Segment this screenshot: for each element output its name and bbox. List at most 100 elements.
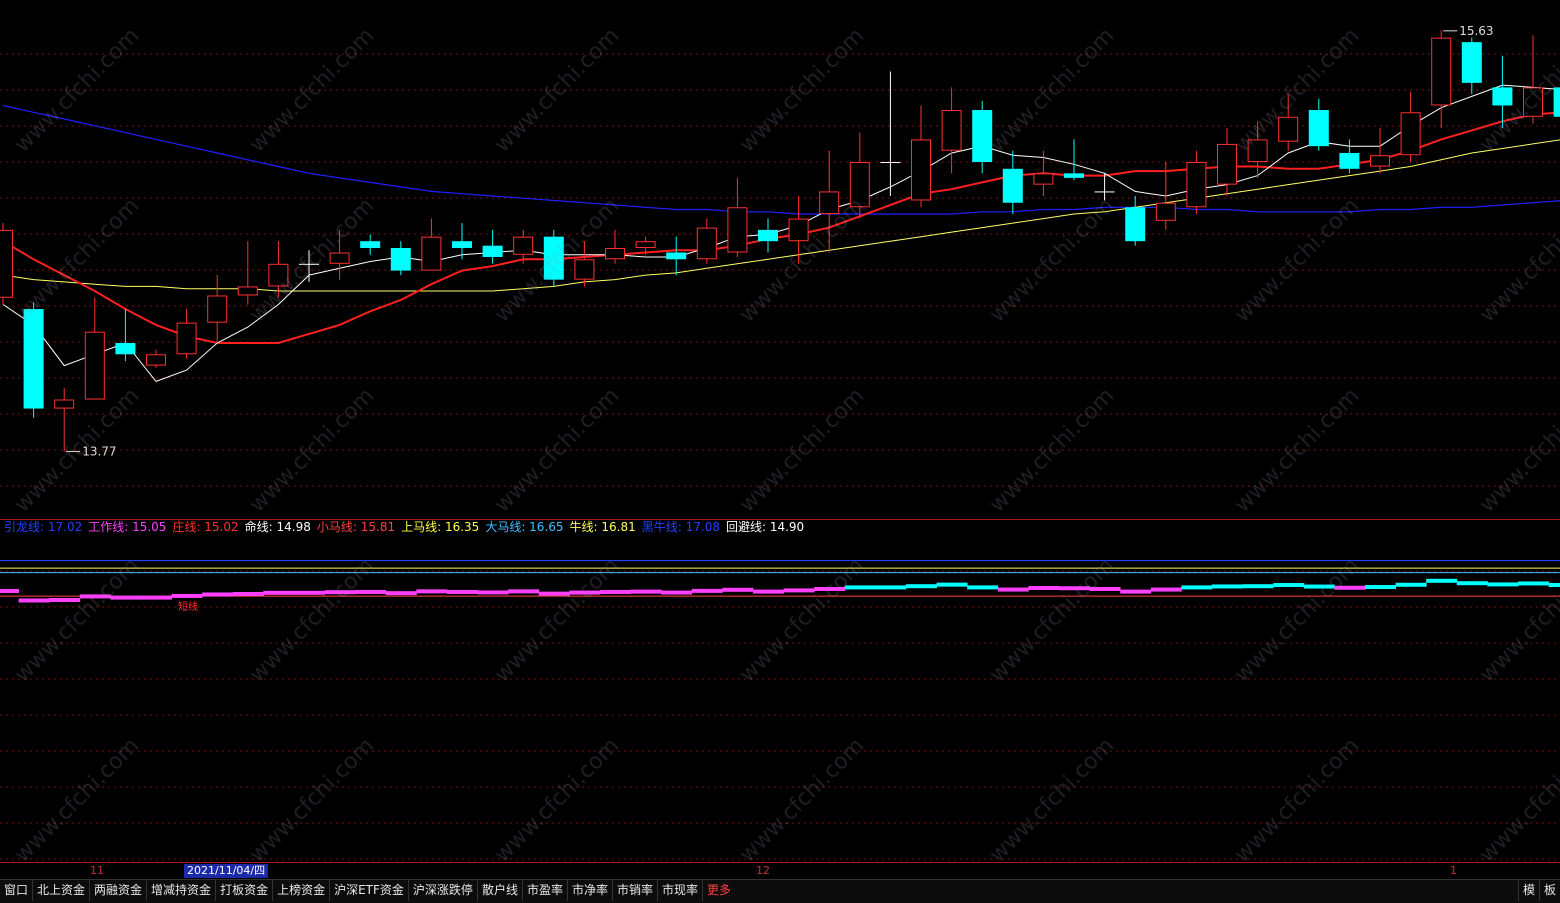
indicator-work-bar [630, 589, 662, 594]
indicator-legend-item: 引龙线: 17.02 [4, 520, 83, 534]
indicator-work-bar [1548, 583, 1560, 587]
bottom-tab[interactable]: 市销率 [613, 880, 658, 901]
indicator-work-bar [1212, 584, 1243, 589]
candle-body [329, 252, 350, 264]
indicator-legend-item: 黑牛线: 17.08 [641, 520, 720, 534]
indicator-legend-item: 工作线: 15.05 [88, 520, 167, 534]
candle-body [115, 342, 136, 355]
indicator-work-bar [141, 595, 172, 600]
indicator-work-bar [844, 585, 876, 590]
indicator-work-bar [875, 585, 907, 590]
indicator-work-bar [936, 582, 968, 587]
candle-body [482, 245, 503, 258]
candle-body [421, 236, 442, 271]
bottom-tab[interactable]: 北上资金 [33, 880, 91, 901]
bottom-tab[interactable]: 散户线 [478, 880, 523, 901]
indicator-work-bar [447, 589, 478, 594]
candle-body [0, 229, 13, 298]
ma10-line [2, 111, 1560, 344]
bottom-tab-bar: 窗口 北上资金 两融资金 增减持资金 打板资金 上榜资金 沪深ETF资金 沪深涨跌停 散户线 市盈… [0, 879, 1560, 903]
candle-body [390, 247, 411, 271]
indicator-work-bar [0, 589, 19, 593]
indicator-work-bar [385, 591, 417, 596]
indicator-work-bar [1242, 584, 1274, 589]
candle-body [54, 399, 75, 409]
bottom-tab[interactable]: 上榜资金 [273, 880, 331, 901]
indicator-work-bar [569, 590, 601, 595]
candle-body [727, 207, 748, 253]
candle-body [941, 110, 962, 151]
bottom-tab[interactable]: 两融资金 [90, 880, 148, 901]
x-label-dec: 12 [756, 864, 770, 877]
bottom-tab[interactable]: 窗口 [0, 880, 34, 901]
high-marker: 15.63 [1459, 24, 1493, 38]
candle-body [268, 263, 289, 287]
candle-body [1523, 87, 1543, 117]
indicator-work-bar [600, 589, 631, 594]
short-line-label: 短线 [178, 600, 198, 613]
indicator-work-bar [997, 587, 1029, 592]
bottom-tab-more[interactable]: 更多 [703, 880, 735, 901]
bottom-tab[interactable]: 市现率 [658, 880, 704, 901]
indicator-work-bar [1089, 586, 1121, 591]
indicator-work-bar [1518, 581, 1549, 586]
bottom-tab[interactable]: 沪深ETF资金 [330, 880, 409, 901]
candle-body [758, 229, 778, 242]
bottom-right-tab[interactable]: 板 [1538, 880, 1560, 901]
candle-body [1033, 173, 1054, 185]
indicator-legend-item: 大马线: 16.65 [485, 520, 564, 534]
bottom-right-tab[interactable]: 模 [1517, 880, 1539, 901]
indicator-work-bar [814, 586, 846, 591]
candle-body [299, 263, 319, 265]
candle-body [1431, 37, 1452, 106]
candle-body [513, 236, 534, 255]
candle-body [1186, 162, 1207, 208]
candle-body [1278, 116, 1299, 142]
indicator-work-bar [294, 590, 325, 595]
low-marker: 13.77 [82, 445, 116, 459]
indicator-work-bar [1028, 586, 1060, 590]
indicator-work-bar [18, 598, 50, 603]
bottom-tab[interactable]: 沪深涨跌停 [409, 880, 478, 901]
candle-body [237, 286, 258, 296]
candle-body [1125, 207, 1146, 242]
indicator-legend-item: 上马线: 16.35 [401, 520, 480, 534]
indicator-work-bar [783, 588, 815, 593]
candle-body [1155, 202, 1176, 221]
candle-body [1064, 173, 1084, 178]
candle-body [176, 322, 197, 355]
candle-body [1308, 110, 1329, 147]
candle-body [1400, 112, 1421, 156]
indicator-work-bar [355, 589, 387, 594]
bottom-tab[interactable]: 打板资金 [216, 880, 274, 901]
indicator-work-bar [508, 589, 540, 594]
candle-body [880, 162, 901, 164]
cursor-date-label: 2021/11/04/四 [184, 864, 269, 878]
candle-body [605, 247, 625, 260]
indicator-work-bar [753, 589, 784, 594]
bottom-tab[interactable]: 增减持资金 [147, 880, 217, 901]
indicator-work-bar [1059, 586, 1090, 591]
indicator-work-bar [202, 592, 234, 597]
indicator-work-bar [263, 590, 295, 595]
indicator-work-bar [1334, 585, 1366, 590]
candle-body [1461, 42, 1482, 83]
bottom-tab[interactable]: 市盈率 [523, 880, 568, 901]
candlestick-chart[interactable]: 15.63 13.77 短线 [0, 0, 1560, 879]
candle-body [1492, 87, 1513, 106]
bottom-tab[interactable]: 市净率 [568, 880, 613, 901]
indicator-legend-item: 庄线: 15.02 [172, 520, 239, 534]
indicator-work-bar [324, 590, 356, 595]
candle-body [23, 309, 44, 409]
indicator-legend-item: 牛线: 16.81 [569, 520, 636, 534]
candle-body [84, 331, 105, 400]
indicator-work-bar [1150, 587, 1182, 592]
indicator-work-bar [1273, 583, 1305, 587]
indicator-work-bar [1303, 584, 1335, 589]
candle-body [972, 110, 993, 163]
indicator-work-bar [416, 589, 448, 594]
candle-body [635, 241, 656, 248]
candle-body [1339, 152, 1360, 169]
indicator-work-bar [661, 590, 693, 595]
indicator-work-bar [1365, 585, 1396, 590]
